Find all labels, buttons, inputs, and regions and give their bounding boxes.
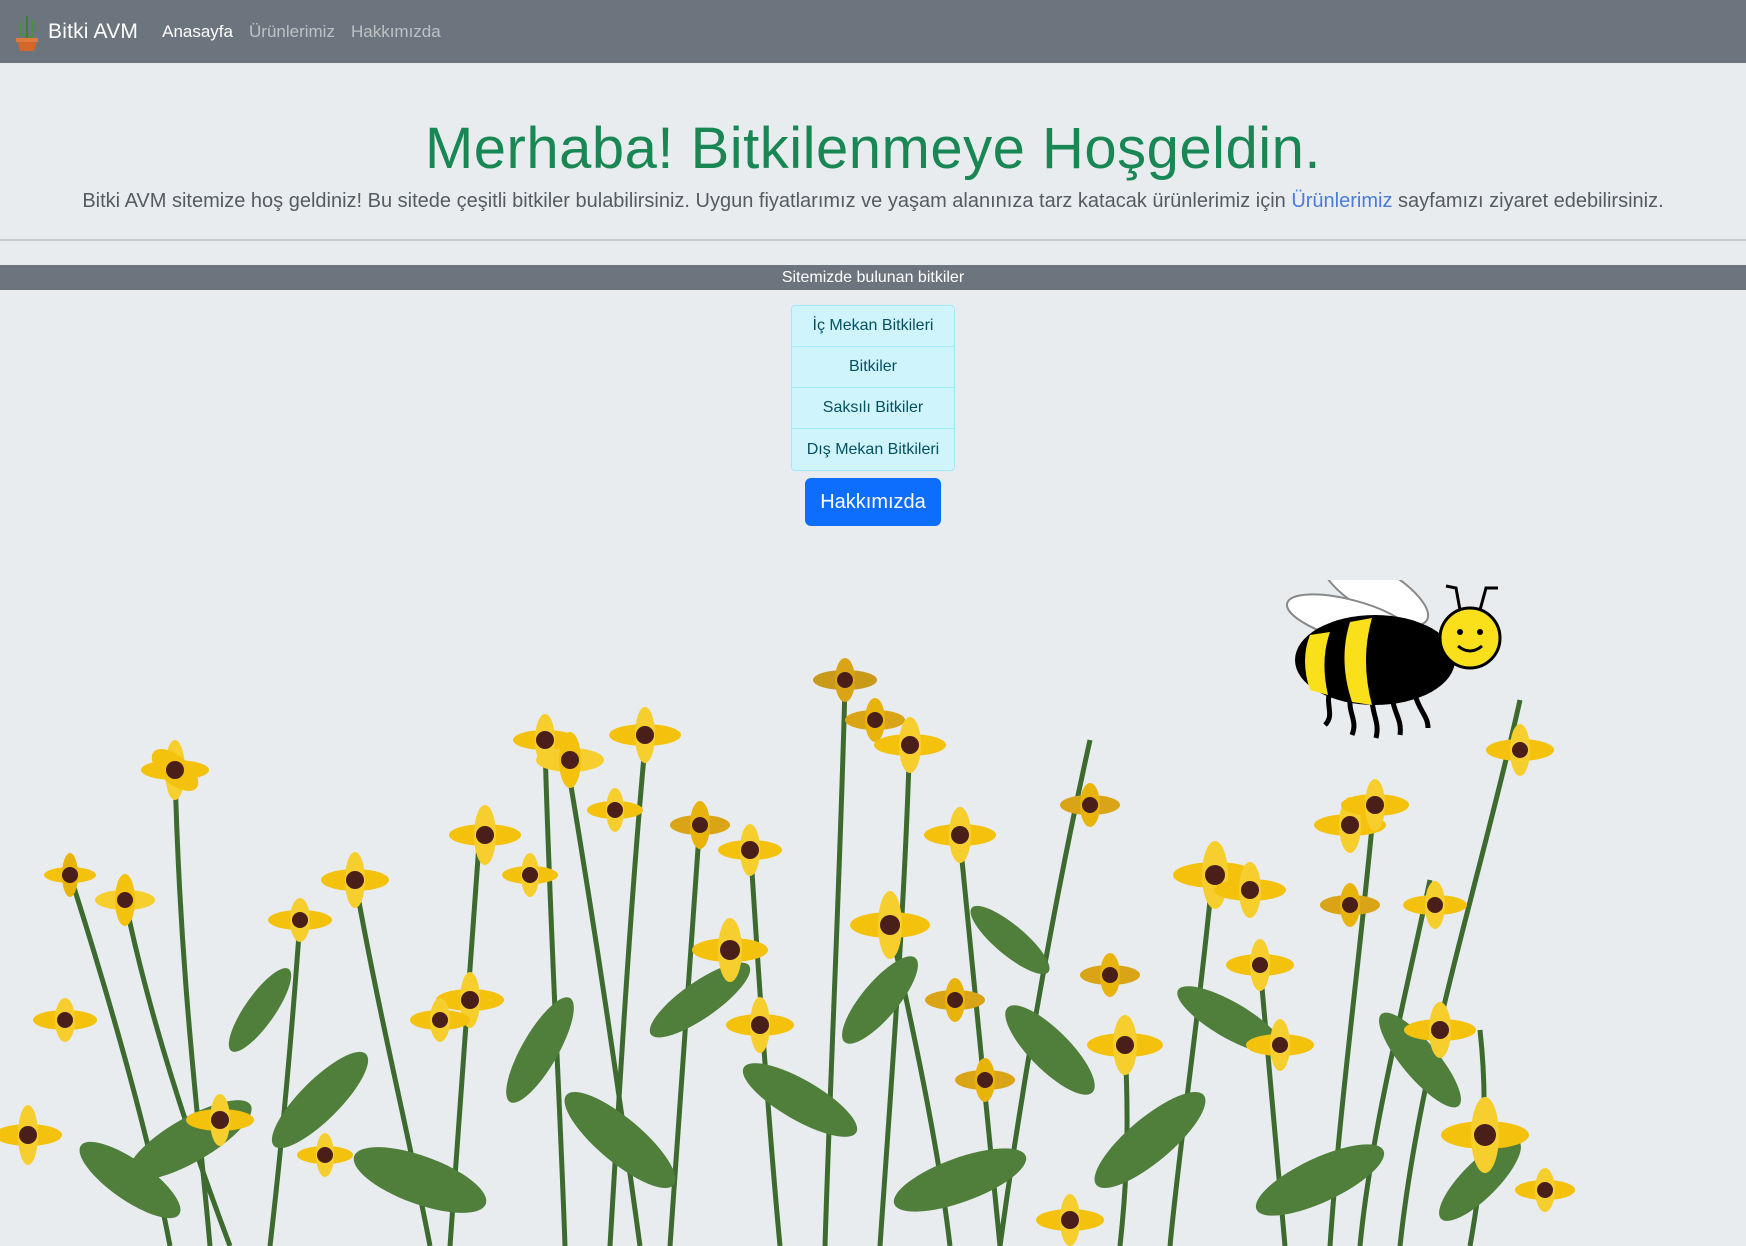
flower-stems xyxy=(67,684,1523,1246)
nav-link-anasayfa[interactable]: Anasayfa xyxy=(162,22,233,42)
category-item-dis-mekan[interactable]: Dış Mekan Bitkileri xyxy=(792,429,954,470)
nav-link-urunlerimiz[interactable]: Ürünlerimiz xyxy=(249,22,335,42)
nav-links: Anasayfa Ürünlerimiz Hakkımızda xyxy=(162,22,457,42)
hero-lead: Bitki AVM sitemize hoş geldiniz! Bu site… xyxy=(0,190,1746,213)
category-item-saksili[interactable]: Saksılı Bitkiler xyxy=(792,388,954,429)
hero-lead-text-before: Bitki AVM sitemize hoş geldiniz! Bu site… xyxy=(82,190,1292,212)
divider xyxy=(0,239,1746,241)
category-item-ic-mekan[interactable]: İç Mekan Bitkileri xyxy=(792,306,954,347)
urunlerimiz-link[interactable]: Ürünlerimiz xyxy=(1291,190,1392,212)
category-list: İç Mekan Bitkileri Bitkiler Saksılı Bitk… xyxy=(791,305,955,471)
section-heading: Sitemizde bulunan bitkiler xyxy=(0,265,1746,290)
potted-cactus-icon xyxy=(16,15,38,51)
nav-link-hakkimizda[interactable]: Hakkımızda xyxy=(351,22,441,42)
bee-icon xyxy=(1286,580,1502,739)
page-title: Merhaba! Bitkilenmeye Hoşgeldin. xyxy=(424,116,1322,181)
navbar: Bitki AVM Anasayfa Ürünlerimiz Hakkımızd… xyxy=(0,0,1746,63)
brand-link[interactable]: Bitki AVM xyxy=(12,12,138,52)
hero: Merhaba! Bitkilenmeye Hoşgeldin. Bitki A… xyxy=(0,63,1746,241)
hero-lead-text-after: sayfamızı ziyaret edebilirsiniz. xyxy=(1392,190,1664,212)
flowers-and-bee-illustration xyxy=(0,580,1575,1246)
category-item-bitkiler[interactable]: Bitkiler xyxy=(792,347,954,388)
hakkimizda-button[interactable]: Hakkımızda xyxy=(805,478,941,526)
brand-name: Bitki AVM xyxy=(48,19,139,43)
